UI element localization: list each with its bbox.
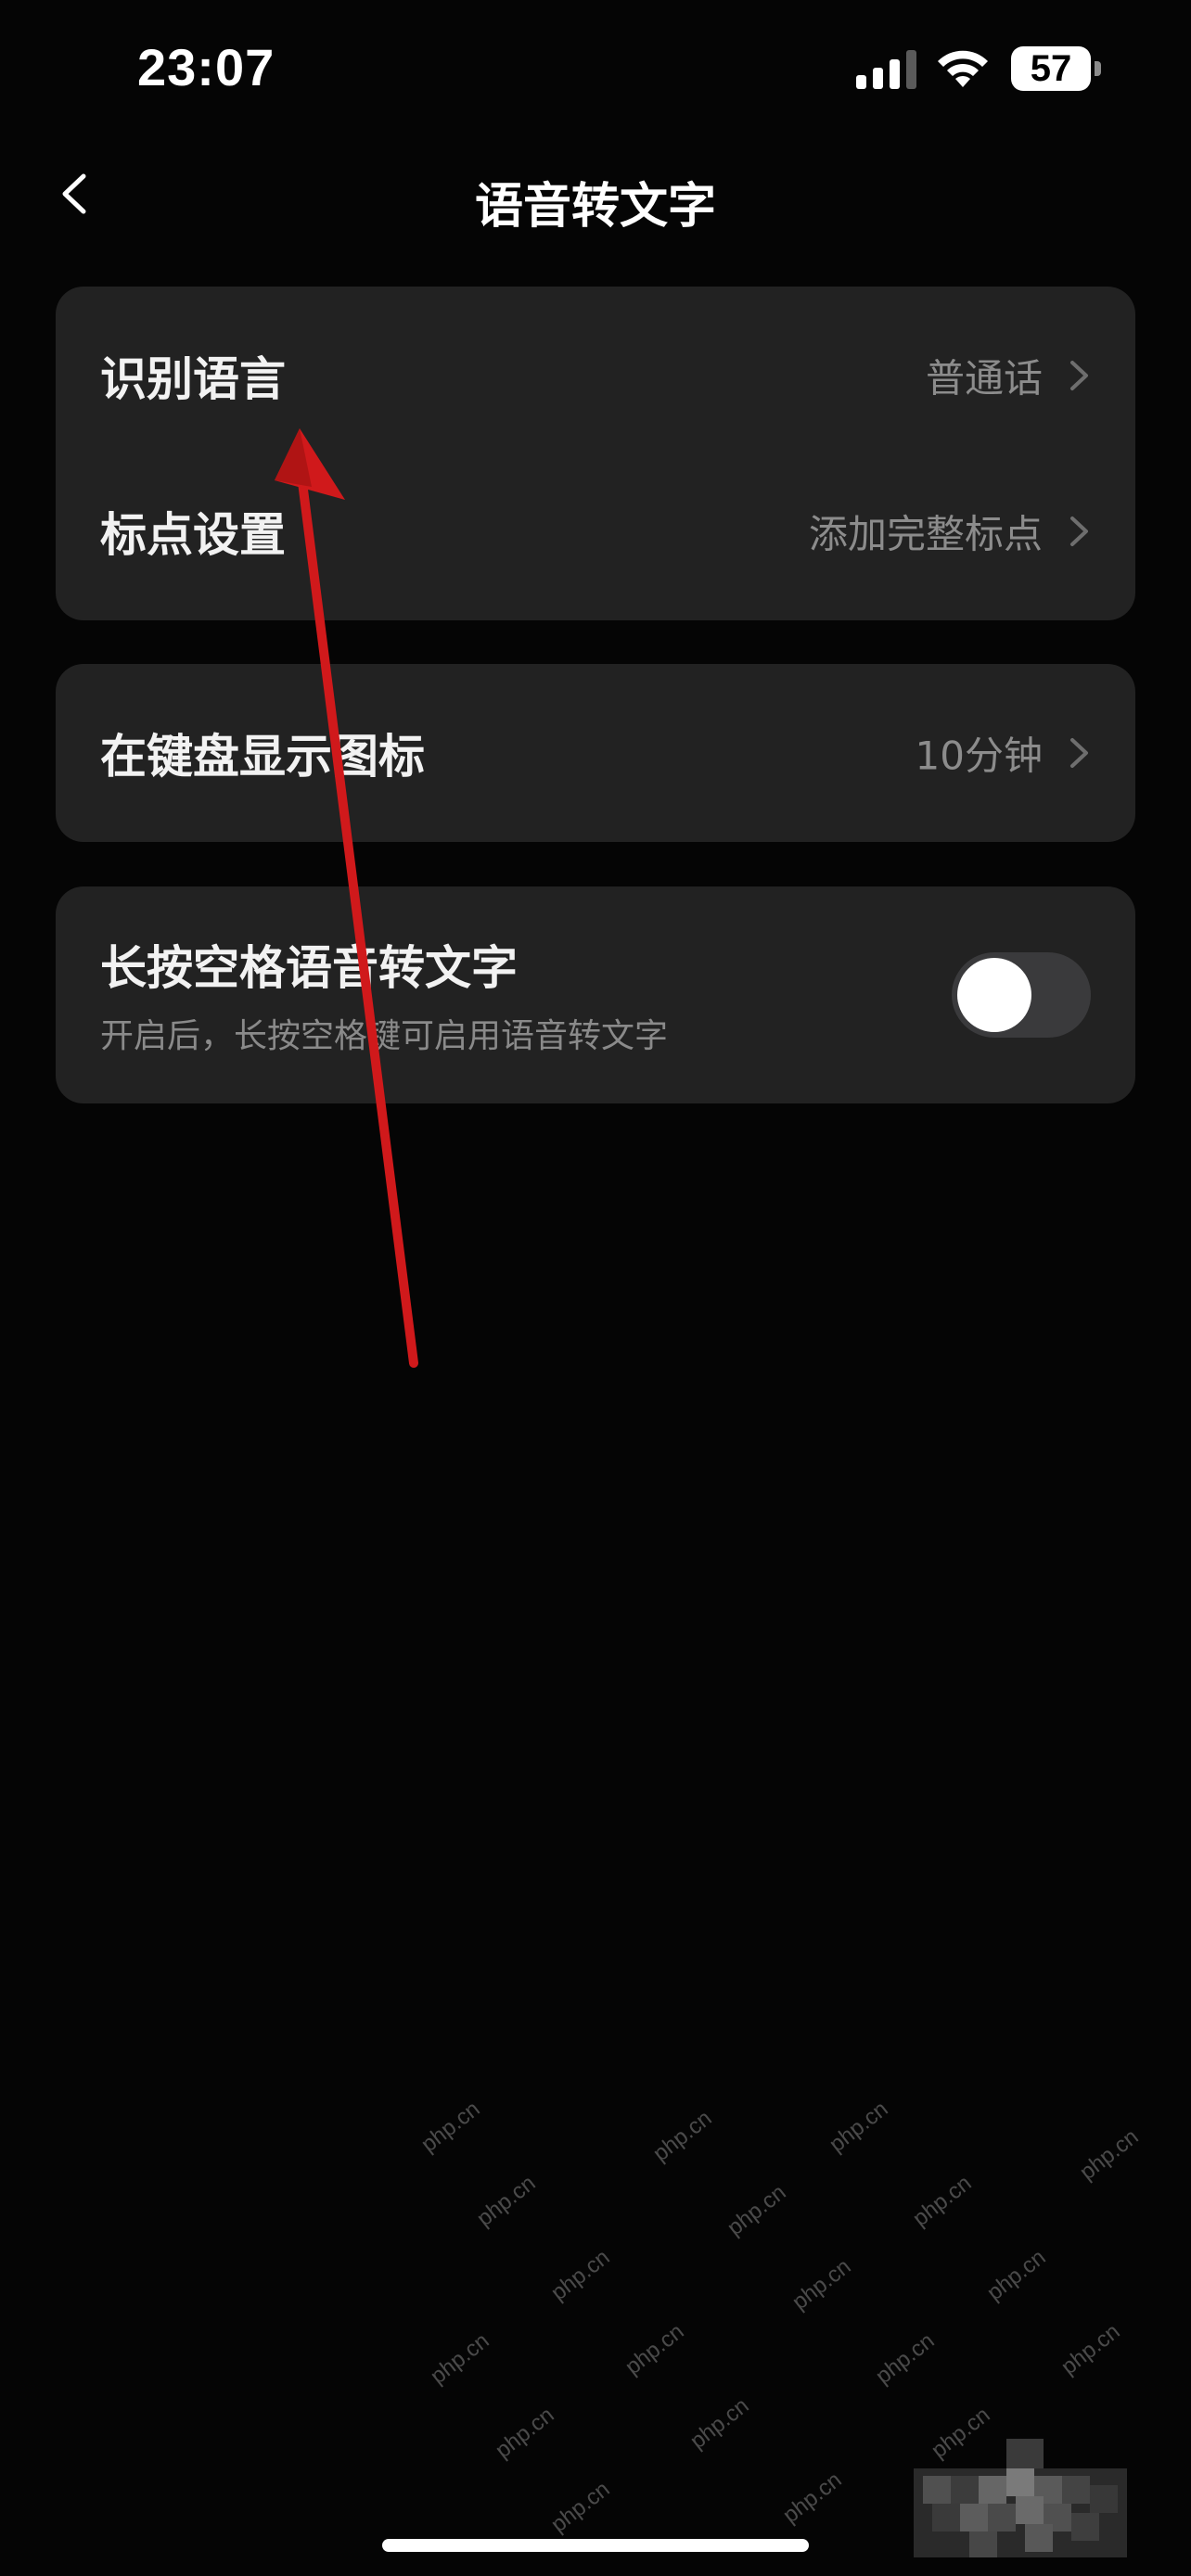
- watermark-text: php.cn: [723, 2179, 791, 2241]
- watermark-text: php.cn: [546, 2244, 615, 2306]
- watermark-text: php.cn: [648, 2105, 717, 2167]
- watermark-text: php.cn: [546, 2476, 615, 2538]
- signal-icon: [856, 50, 916, 89]
- watermark-text: php.cn: [685, 2392, 754, 2455]
- recognition-language-value: 普通话: [925, 355, 1043, 402]
- long-press-space-card: 长按空格语音转文字 开启后，长按空格键可启用语音转文字: [56, 886, 1135, 1103]
- watermark-text: php.cn: [426, 2327, 494, 2390]
- status-time: 23:07: [137, 38, 275, 96]
- watermark-text: php.cn: [825, 2096, 893, 2158]
- watermark-text: php.cn: [871, 2327, 940, 2390]
- watermark-text: php.cn: [416, 2096, 485, 2158]
- watermark-text: php.cn: [982, 2244, 1051, 2306]
- watermark-text: php.cn: [1057, 2318, 1125, 2380]
- punctuation-settings-label: 标点设置: [100, 508, 286, 562]
- keyboard-icon-card: 在键盘显示图标 10分钟: [56, 664, 1135, 842]
- punctuation-settings-row[interactable]: 标点设置 添加完整标点: [56, 453, 1135, 609]
- wifi-icon: [938, 50, 988, 87]
- recognition-language-label: 识别语言: [100, 352, 286, 406]
- toggle-knob: [957, 958, 1031, 1032]
- chevron-right-icon: [1070, 516, 1088, 546]
- watermark-text: php.cn: [908, 2170, 977, 2232]
- watermark-text: php.cn: [788, 2253, 856, 2315]
- recognition-language-row[interactable]: 识别语言 普通话: [56, 298, 1135, 453]
- watermark-text: php.cn: [621, 2318, 689, 2380]
- watermark-text: php.cn: [472, 2170, 541, 2232]
- keyboard-icon-row[interactable]: 在键盘显示图标 10分钟: [56, 675, 1135, 831]
- keyboard-icon-label: 在键盘显示图标: [100, 730, 425, 784]
- punctuation-settings-value: 添加完整标点: [808, 511, 1043, 557]
- keyboard-icon-value: 10分钟: [915, 733, 1043, 779]
- watermark-text: php.cn: [491, 2402, 559, 2464]
- long-press-space-description: 开启后，长按空格键可启用语音转文字: [100, 1017, 669, 1055]
- nav-bar: 语音转文字: [0, 148, 1191, 241]
- long-press-space-toggle[interactable]: [952, 952, 1091, 1038]
- status-bar: 23:07 57: [0, 0, 1191, 139]
- battery-icon: 57: [1011, 46, 1104, 91]
- battery-level: 57: [1030, 48, 1072, 89]
- recognition-settings-card: 识别语言 普通话 标点设置 添加完整标点: [56, 287, 1135, 620]
- pixelated-region: [914, 2439, 1127, 2557]
- watermark-text: php.cn: [1075, 2123, 1144, 2186]
- chevron-right-icon: [1070, 361, 1088, 390]
- page-title: 语音转文字: [474, 179, 716, 235]
- long-press-space-label: 长按空格语音转文字: [100, 941, 518, 995]
- watermark-text: php.cn: [778, 2467, 847, 2529]
- chevron-right-icon: [1070, 738, 1088, 768]
- home-indicator[interactable]: [382, 2539, 809, 2552]
